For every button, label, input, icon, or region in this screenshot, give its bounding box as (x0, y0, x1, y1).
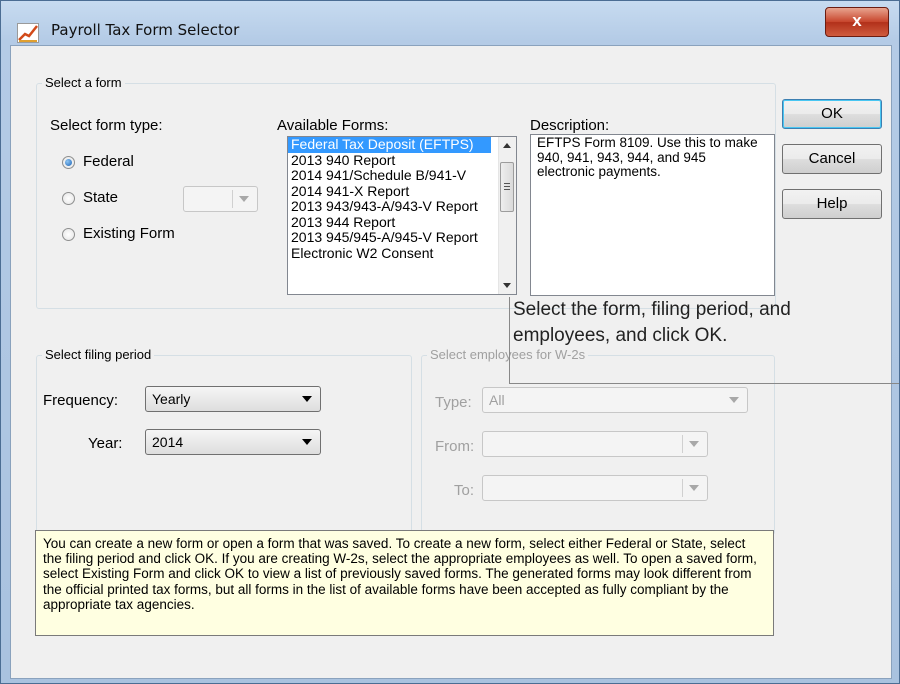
chevron-down-icon (302, 439, 312, 445)
select-form-group-label: Select a form (42, 75, 125, 90)
chevron-down-icon (689, 441, 699, 447)
federal-radio-label[interactable]: Federal (83, 153, 134, 170)
list-item[interactable]: 2013 943/943-A/943-V Report (288, 199, 491, 215)
chevron-down-icon (239, 196, 249, 202)
to-combo[interactable] (482, 475, 708, 501)
type-combo[interactable]: All (482, 387, 748, 413)
scroll-thumb[interactable] (500, 162, 514, 212)
callout-border-left (509, 297, 510, 383)
to-label: To: (454, 482, 475, 499)
combo-separator (232, 190, 233, 208)
grip-line (504, 183, 510, 184)
grip-line (504, 189, 510, 190)
state-radio[interactable] (62, 192, 75, 205)
type-value: All (489, 392, 505, 408)
year-value: 2014 (152, 434, 184, 450)
available-forms-label: Available Forms: (277, 117, 389, 134)
federal-radio[interactable] (62, 156, 75, 169)
help-info-box: You can create a new form or open a form… (35, 530, 774, 636)
help-button[interactable]: Help (782, 189, 882, 219)
combo-separator (682, 435, 683, 453)
existing-form-radio[interactable] (62, 228, 75, 241)
dialog-client-area: Select a form Select form type: Federal … (10, 45, 892, 679)
frequency-value: Yearly (152, 391, 191, 407)
employees-group-label: Select employees for W-2s (427, 347, 589, 362)
year-label: Year: (88, 435, 123, 452)
chevron-down-icon (302, 396, 312, 402)
existing-form-radio-label[interactable]: Existing Form (83, 225, 175, 242)
ok-button[interactable]: OK (782, 99, 882, 129)
list-item[interactable]: Federal Tax Deposit (EFTPS) (288, 137, 491, 153)
from-combo[interactable] (482, 431, 708, 457)
list-item[interactable]: 2013 940 Report (288, 153, 491, 169)
available-forms-list[interactable]: Federal Tax Deposit (EFTPS) 2013 940 Rep… (287, 136, 517, 295)
grip-line (504, 186, 510, 187)
list-item[interactable]: Electronic W2 Consent (288, 246, 491, 262)
dialog-window: Payroll Tax Form Selector x Select a for… (0, 0, 900, 684)
callout-border-bottom (509, 383, 899, 384)
chart-icon (17, 23, 39, 43)
list-item[interactable]: 2014 941-X Report (288, 184, 491, 200)
year-combo[interactable]: 2014 (145, 429, 321, 455)
cancel-button[interactable]: Cancel (782, 144, 882, 174)
scroll-up-arrow-icon[interactable] (503, 143, 511, 148)
state-radio-label[interactable]: State (83, 189, 118, 206)
description-label: Description: (530, 117, 610, 134)
list-item[interactable]: 2013 945/945-A/945-V Report (288, 230, 491, 246)
chevron-down-icon (729, 397, 739, 403)
scroll-down-arrow-icon[interactable] (503, 283, 511, 288)
close-button[interactable]: x (825, 7, 889, 37)
filing-period-group-label: Select filing period (42, 347, 155, 362)
combo-separator (682, 479, 683, 497)
type-label: Type: (435, 394, 472, 411)
window-title: Payroll Tax Form Selector (51, 21, 240, 39)
list-scrollbar[interactable] (498, 137, 516, 294)
list-item[interactable]: 2014 941/Schedule B/941-V (288, 168, 491, 184)
description-box: EFTPS Form 8109. Use this to make 940, 9… (530, 134, 775, 296)
from-label: From: (435, 438, 475, 455)
chevron-down-icon (689, 485, 699, 491)
state-combo[interactable] (183, 186, 258, 212)
frequency-combo[interactable]: Yearly (145, 386, 321, 412)
instruction-callout: Select the form, filing period, and empl… (513, 299, 791, 346)
frequency-label: Frequency: (43, 392, 119, 409)
list-item[interactable]: 2013 944 Report (288, 215, 491, 231)
form-type-label: Select form type: (50, 117, 163, 134)
title-bar[interactable]: Payroll Tax Form Selector x (1, 1, 899, 45)
